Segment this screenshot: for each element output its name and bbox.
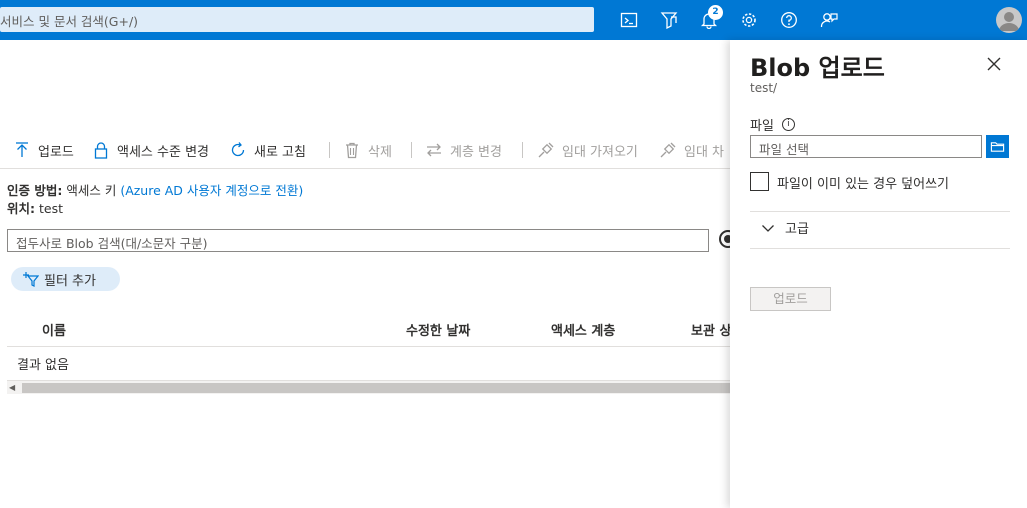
file-label: 파일	[750, 119, 774, 134]
refresh-icon	[231, 142, 245, 157]
file-select-input[interactable]: 파일 선택	[750, 135, 982, 158]
advanced-label: 고급	[785, 222, 809, 237]
auth-method: 인증 방법: 액세스 키 (Azure AD 사용자 계정으로 전환)	[7, 180, 303, 199]
panel-title: Blob 업로드	[750, 54, 885, 82]
break-lease-label: 임대 차	[684, 144, 725, 160]
refresh-label: 새로 고침	[254, 144, 306, 160]
upload-icon	[16, 142, 28, 157]
empty-table-message: 결과 없음	[17, 358, 69, 373]
blob-toolbar: 업로드 액세스 수준 변경 새로 고침 삭제 계층 변경 임대 가져오기 임대 …	[0, 135, 730, 165]
trash-icon	[346, 142, 358, 159]
change-tier-button[interactable]: 계층 변경	[425, 135, 502, 165]
overwrite-checkbox[interactable]	[750, 172, 769, 191]
upload-submit-button[interactable]: 업로드	[750, 287, 831, 311]
gear-icon[interactable]	[737, 8, 761, 32]
toolbar-divider	[411, 142, 412, 158]
toolbar-divider-line	[0, 168, 730, 169]
upload-blob-panel: Blob 업로드 test/ 파일 i 파일 선택 파일이 이미 있는 경우 덮…	[730, 40, 1027, 508]
info-icon[interactable]: i	[781, 118, 795, 131]
column-header-archive-status[interactable]: 보관 상	[691, 320, 731, 339]
location-value: test	[38, 201, 63, 216]
change-tier-label: 계층 변경	[450, 144, 502, 160]
scroll-left-arrow-icon[interactable]: ◀	[9, 383, 15, 392]
add-filter-label: 필터 추가	[44, 273, 96, 289]
panel-divider	[750, 248, 1010, 249]
column-header-name[interactable]: 이름	[42, 320, 66, 339]
advanced-section-toggle[interactable]: 고급	[750, 218, 809, 237]
toolbar-divider	[522, 142, 523, 158]
add-filter-button[interactable]: 필터 추가	[11, 267, 120, 291]
feedback-icon[interactable]	[817, 8, 841, 32]
horizontal-scrollbar[interactable]: ◀	[7, 380, 730, 394]
change-access-level-label: 액세스 수준 변경	[117, 144, 209, 160]
location: 위치: test	[7, 198, 63, 217]
upload-label: 업로드	[38, 144, 74, 160]
directory-filter-icon[interactable]	[657, 8, 681, 32]
overwrite-label[interactable]: 파일이 이미 있는 경우 덮어쓰기	[777, 173, 949, 192]
table-header-divider	[7, 346, 730, 347]
acquire-lease-button[interactable]: 임대 가져오기	[537, 135, 638, 165]
lock-icon	[94, 142, 108, 159]
switch-to-azure-ad-link[interactable]: (Azure AD 사용자 계정으로 전환)	[120, 183, 303, 198]
filter-add-icon	[23, 272, 39, 287]
scrollbar-thumb[interactable]	[22, 383, 730, 393]
change-access-level-button[interactable]: 액세스 수준 변경	[92, 135, 209, 165]
broken-link-icon	[660, 142, 676, 158]
column-header-access-tier[interactable]: 액세스 계층	[551, 320, 615, 339]
delete-label: 삭제	[368, 144, 392, 160]
help-icon[interactable]	[777, 8, 801, 32]
location-label: 위치:	[7, 201, 35, 216]
link-icon	[538, 142, 554, 158]
folder-icon	[990, 142, 1005, 152]
toolbar-divider	[329, 142, 330, 158]
cloud-shell-icon[interactable]	[617, 8, 641, 32]
swap-icon	[427, 143, 441, 157]
notification-count-badge: 2	[708, 5, 723, 20]
acquire-lease-label: 임대 가져오기	[562, 144, 638, 160]
refresh-button[interactable]: 새로 고침	[229, 135, 306, 165]
panel-subtitle: test/	[750, 81, 778, 95]
avatar[interactable]	[996, 7, 1022, 33]
chevron-down-icon	[762, 224, 774, 232]
upload-button[interactable]: 업로드	[13, 135, 74, 165]
blob-prefix-search-input[interactable]: 접두사로 Blob 검색(대/소문자 구분)	[7, 229, 709, 252]
break-lease-button[interactable]: 임대 차	[659, 135, 724, 165]
top-nav-bar: 서비스 및 문서 검색(G+/) 2	[0, 0, 1027, 40]
close-icon[interactable]	[984, 54, 1004, 74]
delete-button[interactable]: 삭제	[343, 135, 392, 165]
column-header-modified[interactable]: 수정한 날짜	[406, 320, 470, 339]
auth-method-label: 인증 방법:	[7, 183, 63, 198]
panel-divider	[750, 211, 1010, 212]
file-field-label: 파일 i	[750, 115, 795, 134]
folder-browse-button[interactable]	[986, 135, 1009, 158]
auth-method-value: 액세스 키	[66, 183, 117, 198]
global-search-input[interactable]: 서비스 및 문서 검색(G+/)	[0, 7, 594, 32]
